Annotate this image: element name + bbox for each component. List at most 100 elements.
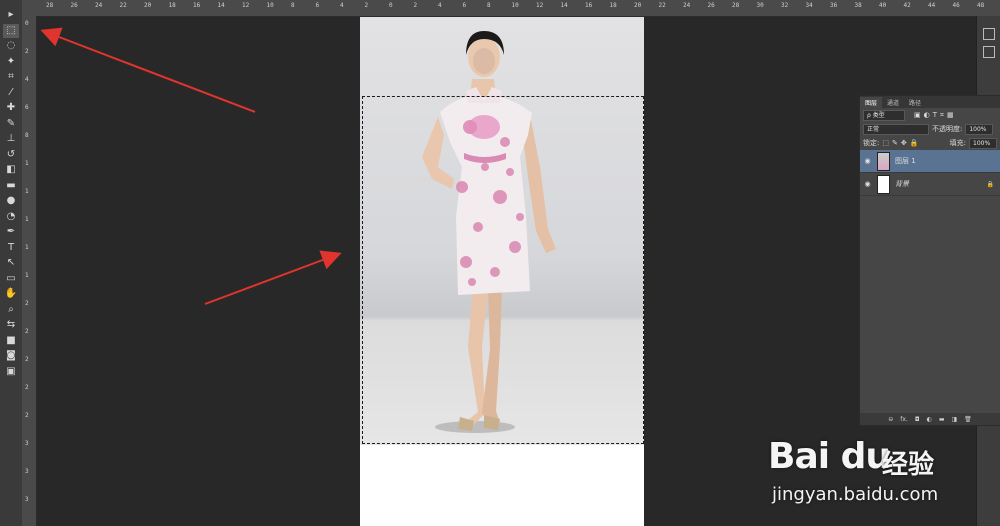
ruler-tick-label: 22 <box>119 2 127 9</box>
ruler-tick-label: 1 <box>25 216 29 223</box>
ruler-tick-label: 20 <box>634 2 642 9</box>
ruler-tick-label: 16 <box>193 2 201 9</box>
blend-mode-select[interactable]: 正常 <box>863 123 929 135</box>
dodge-tool[interactable]: ◔ <box>3 210 19 224</box>
path-selection-tool[interactable]: ↖ <box>3 256 19 270</box>
pen-tool[interactable]: ✒ <box>3 225 19 239</box>
opacity-field[interactable]: 100% <box>965 123 994 135</box>
ruler-tick-label: 28 <box>46 2 54 9</box>
ruler-tick-label: 36 <box>830 2 838 9</box>
ruler-tick-label: 3 <box>25 496 29 503</box>
watermark-title: 经验 <box>882 450 935 480</box>
ruler-tick-label: 1 <box>25 244 29 251</box>
magic-wand-tool[interactable]: ✦ <box>3 55 19 69</box>
ruler-tick-label: 4 <box>438 2 442 9</box>
ruler-tick-label: 1 <box>25 272 29 279</box>
ruler-tick-label: 1 <box>25 188 29 195</box>
screen-mode[interactable]: ▣ <box>3 365 19 379</box>
layer-name[interactable]: 图层 1 <box>895 156 916 166</box>
kind-filter-select[interactable]: ρ 类型 <box>863 109 905 121</box>
selection-marquee[interactable] <box>362 96 644 444</box>
tools-panel: ▸ ⬚ ◌ ✦ ⌗ ⁄ ✚ ✎ ⊥ ↺ ◧ ▬ ● ◔ ✒ T ↖ ▭ ✋ ⌕ ⇆ ■ ◙ ▣ <box>0 0 23 526</box>
layer-name[interactable]: 背景 <box>895 179 909 189</box>
layer-thumbnail <box>877 174 890 194</box>
ruler-tick-label: 30 <box>756 2 764 9</box>
ruler-tick-label: 2 <box>25 384 29 391</box>
visibility-eye-icon[interactable]: ◉ <box>863 180 872 188</box>
baidu-watermark: Bai du 经验 jingyan.baidu.com <box>760 418 996 526</box>
ruler-tick-label: 24 <box>95 2 103 9</box>
ruler-tick-label: 2 <box>25 48 29 55</box>
ruler-tick-label: 8 <box>487 2 491 9</box>
ruler-tick-label: 20 <box>144 2 152 9</box>
ruler-tick-label: 40 <box>879 2 887 9</box>
ruler-tick-label: 3 <box>25 468 29 475</box>
horizontal-ruler[interactable]: 28 26 24 22 20 18 16 14 12 10 8 6 4 2 0 2 4 6 8 10 12 14 16 18 2… <box>22 0 1000 17</box>
panel-dock-icon[interactable] <box>983 46 995 58</box>
visibility-eye-icon[interactable]: ◉ <box>863 157 872 165</box>
ruler-tick-label: 2 <box>364 2 369 9</box>
fill-field[interactable]: 100% <box>969 137 997 149</box>
zoom-tool[interactable]: ⌕ <box>3 303 19 317</box>
ruler-tick-label: 26 <box>70 2 78 9</box>
lock-icon: 🔒 <box>986 180 994 188</box>
ruler-tick-label: 0 <box>389 2 393 9</box>
tab-layers[interactable]: 图层 <box>860 97 883 108</box>
color-swatches[interactable]: ■ <box>3 334 19 348</box>
vertical-ruler[interactable]: 0 2 4 6 8 1 1 1 1 1 2 2 2 2 2 3 3 3 <box>22 16 37 526</box>
ruler-tick-label: 24 <box>683 2 691 9</box>
layer-row-background[interactable]: ◉ 背景 🔒 <box>860 173 1000 196</box>
ruler-tick-label: 12 <box>536 2 544 9</box>
panel-dock-icon[interactable] <box>983 28 995 40</box>
crop-tool[interactable]: ⌗ <box>3 70 19 84</box>
ruler-tick-label: 2 <box>25 356 29 363</box>
tab-paths[interactable]: 路径 <box>904 97 926 108</box>
ruler-tick-label: 34 <box>805 2 813 9</box>
ruler-tick-label: 16 <box>585 2 593 9</box>
ruler-tick-label: 4 <box>340 2 344 9</box>
fill-label: 填充: <box>949 139 966 147</box>
layer-row-1[interactable]: ◉ 图层 1 <box>860 150 1000 173</box>
quick-mask[interactable]: ◙ <box>3 349 19 363</box>
lock-icons[interactable]: ⬚✎✥🔒 <box>882 139 921 147</box>
healing-brush-tool[interactable]: ✚ <box>3 101 19 115</box>
ruler-tick-label: 22 <box>658 2 666 9</box>
ruler-tick-label: 48 <box>977 2 985 9</box>
lock-row: 锁定: ⬚✎✥🔒 填充: 100% <box>860 136 1000 150</box>
filter-row: ρ 类型 ▣◐T⌗▦ <box>860 108 1000 122</box>
ruler-tick-label: 26 <box>707 2 715 9</box>
blur-tool[interactable]: ● <box>3 194 19 208</box>
ruler-tick-label: 42 <box>903 2 911 9</box>
ruler-tick-label: 8 <box>291 2 295 9</box>
ruler-tick-label: 2 <box>25 300 29 307</box>
ruler-tick-label: 10 <box>511 2 519 9</box>
eraser-tool[interactable]: ◧ <box>3 163 19 177</box>
ruler-tick-label: 4 <box>25 76 29 83</box>
gradient-tool[interactable]: ▬ <box>3 179 19 193</box>
ruler-tick-label: 6 <box>315 2 320 9</box>
filter-icons[interactable]: ▣◐T⌗▦ <box>914 111 957 120</box>
ruler-tick-label: 12 <box>242 2 250 9</box>
opacity-label: 不透明度: <box>932 125 963 133</box>
lock-label: 锁定: <box>863 139 880 147</box>
clone-stamp-tool[interactable]: ⊥ <box>3 132 19 146</box>
hand-tool[interactable]: ✋ <box>3 287 19 301</box>
layers-panel-tabs: 图层 通道 路径 <box>860 96 1000 108</box>
type-tool[interactable]: T <box>3 241 19 255</box>
ruler-tick-label: 46 <box>952 2 960 9</box>
ruler-tick-label: 0 <box>25 20 29 27</box>
ruler-tick-label: 1 <box>25 160 29 167</box>
tab-channels[interactable]: 通道 <box>882 97 904 108</box>
eyedropper-tool[interactable]: ⁄ <box>3 86 19 100</box>
shape-tool[interactable]: ▭ <box>3 272 19 286</box>
marquee-tool[interactable]: ⬚ <box>3 23 19 38</box>
swap-colors[interactable]: ⇆ <box>3 318 19 332</box>
ruler-tick-label: 2 <box>25 328 29 335</box>
ruler-tick-label: 32 <box>781 2 789 9</box>
history-brush-tool[interactable]: ↺ <box>3 148 19 162</box>
ruler-tick-label: 14 <box>560 2 568 9</box>
lasso-tool[interactable]: ◌ <box>3 39 19 53</box>
ruler-tick-label: 6 <box>462 2 467 9</box>
move-tool[interactable]: ▸ <box>3 8 19 22</box>
brush-tool[interactable]: ✎ <box>3 117 19 131</box>
